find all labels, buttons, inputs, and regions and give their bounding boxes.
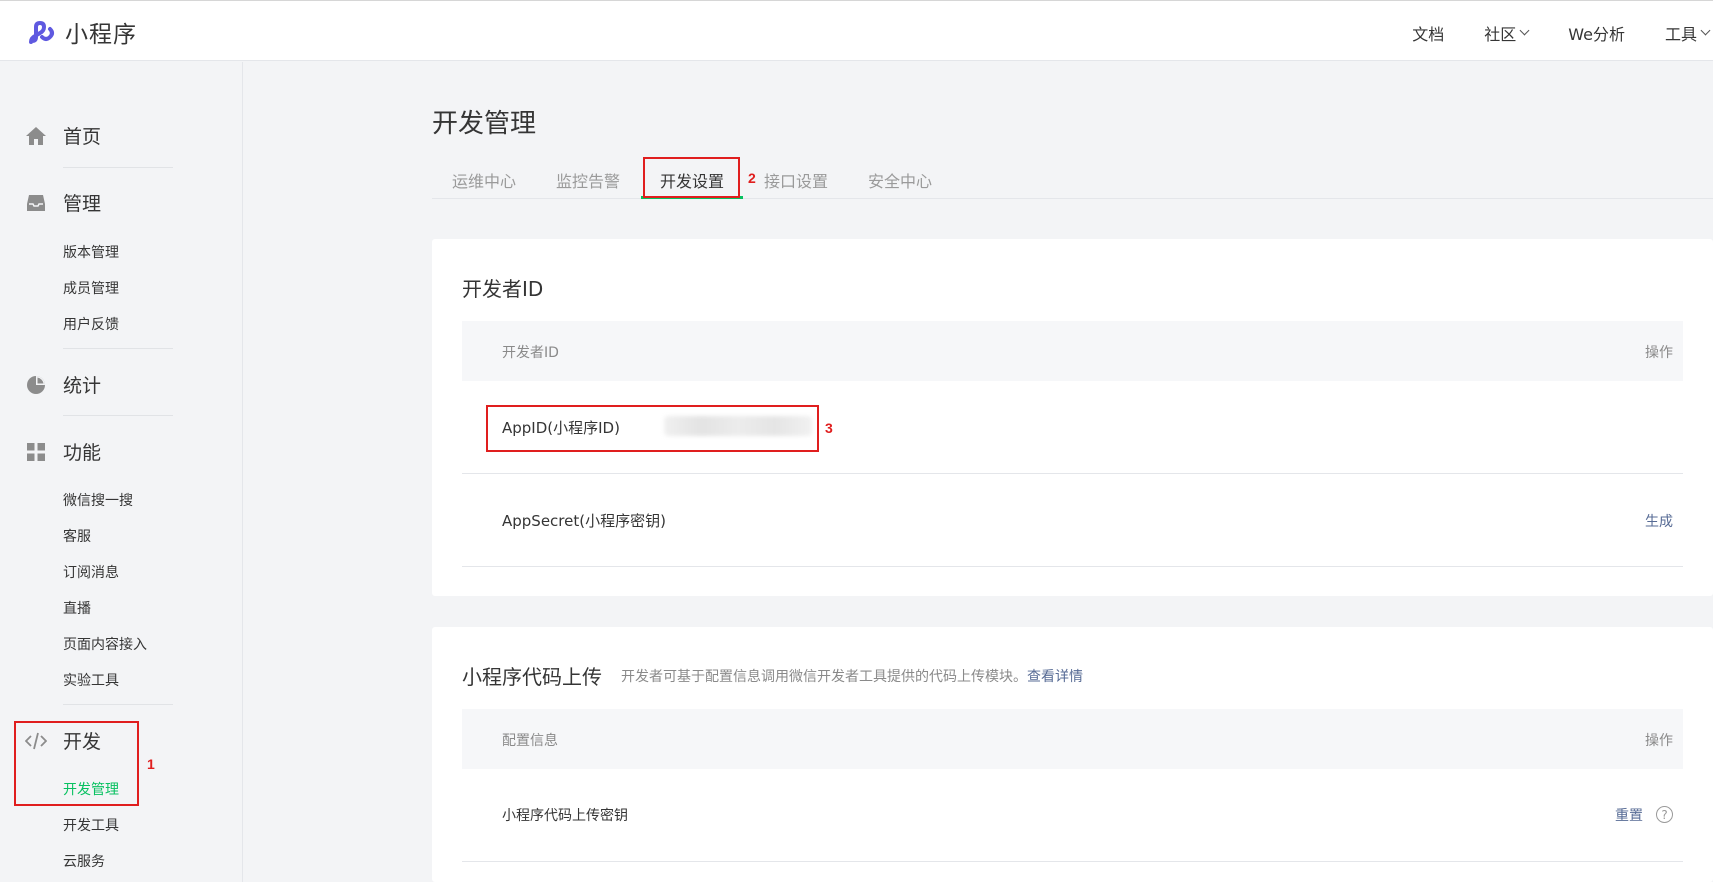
developer-id-table-header: 开发者ID 操作: [462, 321, 1683, 381]
sidebar-item-stats-label: 统计: [63, 375, 102, 397]
app-title: 小程序: [65, 22, 137, 48]
sidebar-item-dev-tools[interactable]: 开发工具: [63, 815, 119, 835]
annotation-number-3: 3: [825, 420, 833, 436]
nav-tools-label: 工具: [1664, 25, 1697, 44]
page-title: 开发管理: [432, 109, 537, 139]
header-col-config-info: 配置信息: [502, 733, 558, 749]
annotation-box-1: [14, 721, 139, 806]
divider: [63, 415, 173, 416]
tab-ops-center[interactable]: 运维中心: [452, 168, 516, 192]
sidebar-item-manage-label: 管理: [63, 193, 102, 215]
inbox-icon: [25, 192, 47, 214]
tab-security-center[interactable]: 安全中心: [868, 168, 932, 192]
grid-icon: [25, 441, 47, 463]
top-nav: 文档 社区 We分析 工具: [1412, 21, 1713, 45]
sidebar-item-stats[interactable]: 统计: [25, 371, 101, 398]
table-row-upload-key: 小程序代码上传密钥 重置 ?: [462, 769, 1683, 862]
header-col-developer-id: 开发者ID: [502, 345, 559, 361]
developer-id-card-title: 开发者ID: [462, 277, 544, 301]
sidebar-item-user-feedback[interactable]: 用户反馈: [63, 314, 119, 334]
nav-community-label: 社区: [1484, 25, 1517, 44]
sidebar-item-features[interactable]: 功能: [25, 438, 101, 465]
code-upload-card-title: 小程序代码上传: [462, 665, 602, 689]
code-upload-description-text: 开发者可基于配置信息调用微信开发者工具提供的代码上传模块。: [621, 669, 1027, 685]
sidebar-item-home[interactable]: 首页: [25, 122, 101, 149]
sidebar-item-experiment-tools[interactable]: 实验工具: [63, 670, 119, 690]
nav-docs[interactable]: 文档: [1412, 21, 1444, 45]
nav-we-analysis[interactable]: We分析: [1568, 21, 1625, 45]
sidebar-item-cloud-service[interactable]: 云服务: [63, 851, 105, 871]
generate-link[interactable]: 生成: [1645, 511, 1673, 531]
sidebar-item-home-label: 首页: [63, 126, 102, 148]
nav-we-analysis-label: We分析: [1568, 25, 1625, 44]
table-row-appsecret: AppSecret(小程序密钥) 生成: [462, 474, 1683, 567]
mini-program-logo-icon: [29, 20, 54, 44]
annotation-number-1: 1: [147, 756, 155, 772]
tab-api-settings[interactable]: 接口设置: [764, 168, 828, 192]
annotation-box-2: [643, 157, 740, 198]
tab-bar: 运维中心 监控告警 开发设置 接口设置 安全中心: [432, 158, 1713, 199]
nav-docs-label: 文档: [1412, 25, 1445, 44]
header-col-action: 操作: [1645, 345, 1673, 361]
nav-tools[interactable]: 工具: [1664, 21, 1711, 45]
sidebar-item-version-manage[interactable]: 版本管理: [63, 242, 119, 262]
annotation-box-3: [486, 405, 819, 452]
help-icon[interactable]: ?: [1656, 806, 1673, 823]
appsecret-label: AppSecret(小程序密钥): [502, 512, 666, 530]
sidebar-item-live[interactable]: 直播: [63, 598, 91, 618]
tab-monitor-alert[interactable]: 监控告警: [556, 168, 620, 192]
pie-chart-icon: [25, 374, 47, 396]
annotation-number-2: 2: [748, 170, 756, 186]
home-icon: [25, 125, 47, 147]
sidebar-item-features-label: 功能: [63, 442, 102, 464]
sidebar-item-customer-service[interactable]: 客服: [63, 526, 91, 546]
sidebar-item-wechat-search[interactable]: 微信搜一搜: [63, 490, 133, 510]
sidebar-item-member-manage[interactable]: 成员管理: [63, 278, 119, 298]
view-details-link[interactable]: 查看详情: [1027, 669, 1083, 685]
header-col-action: 操作: [1645, 733, 1673, 749]
sidebar-item-subscribe-message[interactable]: 订阅消息: [63, 562, 119, 582]
top-bar: 小程序 文档 社区 We分析 工具: [0, 0, 1713, 61]
chevron-down-icon: [1519, 25, 1530, 36]
sidebar-item-manage[interactable]: 管理: [25, 189, 101, 216]
divider: [63, 704, 173, 705]
upload-key-label: 小程序代码上传密钥: [502, 808, 628, 824]
code-upload-description: 开发者可基于配置信息调用微信开发者工具提供的代码上传模块。查看详情: [621, 666, 1083, 686]
divider: [63, 348, 173, 349]
code-upload-table-header: 配置信息 操作: [462, 709, 1683, 769]
divider: [63, 167, 173, 168]
nav-community[interactable]: 社区: [1484, 21, 1530, 45]
logo[interactable]: 小程序: [25, 15, 137, 49]
sidebar-item-page-content[interactable]: 页面内容接入: [63, 634, 147, 654]
chevron-down-icon: [1700, 25, 1711, 36]
reset-link[interactable]: 重置: [1615, 805, 1643, 825]
